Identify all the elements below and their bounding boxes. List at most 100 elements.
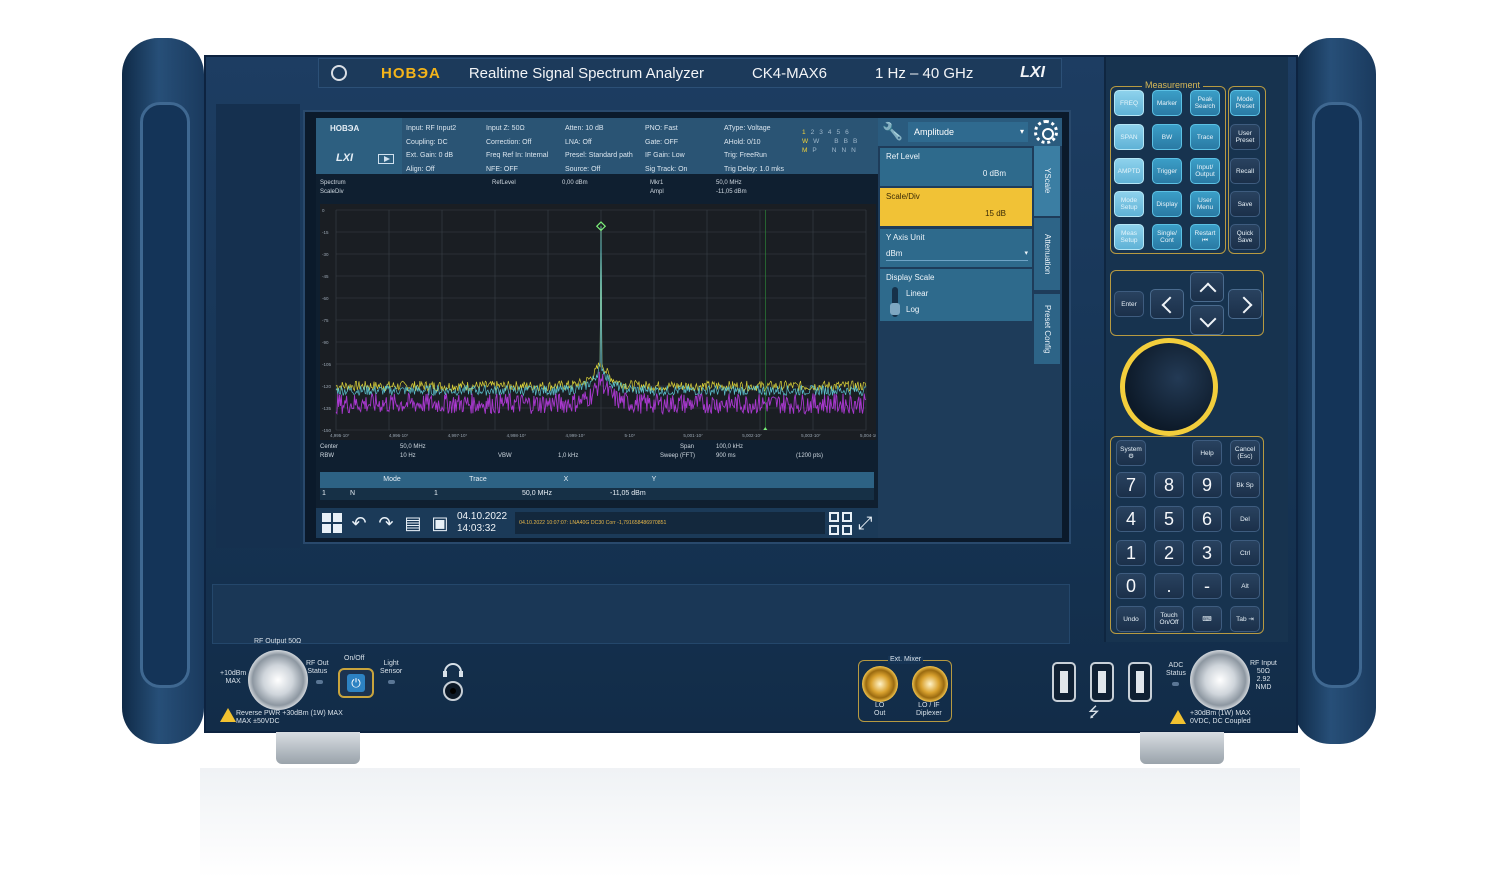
- key-input-output[interactable]: Input/ Output: [1190, 158, 1220, 184]
- multi-window-icon[interactable]: [829, 511, 853, 535]
- center-value: 50,0 MHz: [400, 444, 426, 450]
- key-peak-search[interactable]: Peak Search: [1190, 90, 1220, 116]
- menu-select-dropdown[interactable]: Amplitude: [908, 122, 1028, 142]
- key-freq[interactable]: FREQ: [1114, 90, 1144, 116]
- lo-if-diplexer-connector[interactable]: [912, 666, 948, 702]
- key-bw[interactable]: BW: [1152, 124, 1182, 150]
- key-user-preset[interactable]: User Preset: [1230, 124, 1260, 150]
- trace-2-type: W: [813, 138, 820, 145]
- mt-cell-trace: 1: [434, 490, 438, 497]
- key-alt[interactable]: Alt: [1230, 573, 1260, 599]
- key-amptd[interactable]: AMPTD: [1114, 158, 1144, 184]
- key-6[interactable]: 6: [1192, 506, 1222, 532]
- arrow-up-button[interactable]: [1190, 272, 1224, 302]
- key-7[interactable]: 7: [1116, 472, 1146, 498]
- key-restart[interactable]: Restart ⏮: [1190, 224, 1220, 250]
- wrench-icon[interactable]: 🔧: [882, 122, 903, 142]
- table-row[interactable]: 1 N 1 50,0 MHz -11,05 dBm: [320, 488, 874, 500]
- arrow-right-button[interactable]: [1228, 289, 1262, 319]
- key-recall[interactable]: Recall: [1230, 158, 1260, 184]
- key-2[interactable]: 2: [1154, 540, 1184, 566]
- key-4[interactable]: 4: [1116, 506, 1146, 532]
- trace-5-number: 5: [836, 129, 841, 136]
- ref-level-softkey[interactable]: Ref Level 0 dBm: [880, 148, 1032, 186]
- key-trace[interactable]: Trace: [1190, 124, 1220, 150]
- key-9[interactable]: 9: [1192, 472, 1222, 498]
- play-icon[interactable]: [378, 154, 394, 164]
- print-icon[interactable]: ▤: [402, 512, 424, 534]
- key-save[interactable]: Save: [1230, 191, 1260, 217]
- arrow-left-button[interactable]: [1150, 289, 1184, 319]
- usb-port-3[interactable]: [1128, 662, 1152, 702]
- arrow-down-button[interactable]: [1190, 305, 1224, 335]
- rf-input-connector[interactable]: [1190, 650, 1250, 710]
- display-scale-log[interactable]: Log: [906, 305, 919, 314]
- tab-preset-config[interactable]: Preset Config: [1034, 294, 1060, 364]
- trace-1-detector: M: [802, 147, 808, 154]
- usb-icon: ⭍: [1088, 704, 1100, 720]
- windows-start-icon[interactable]: [321, 512, 343, 534]
- light-sensor-label: Light Sensor: [380, 660, 403, 675]
- display-scale-softkey[interactable]: Display Scale Linear Log: [880, 269, 1032, 321]
- info-trig-delay: Trig Delay: 1.0 mks: [724, 165, 785, 173]
- settings-info-bar[interactable]: НОВЭА LXI Input: RF Input2 Coupling: DC …: [316, 118, 878, 174]
- enter-button[interactable]: Enter: [1114, 291, 1144, 317]
- trace-6-detector: N: [851, 147, 856, 154]
- scale-div-softkey[interactable]: Scale/Div 15 dB: [880, 188, 1032, 226]
- usb-port-1[interactable]: [1052, 662, 1076, 702]
- y-axis-unit-dropdown[interactable]: dBm: [886, 247, 1028, 261]
- ext-mixer-label: Ext. Mixer: [888, 656, 924, 664]
- key-meas-setup[interactable]: Meas Setup: [1114, 224, 1144, 250]
- key-decimal-point[interactable]: .: [1154, 573, 1184, 599]
- display-scale-switch-knob[interactable]: [890, 303, 900, 315]
- marker-table-header: Mode Trace X Y: [320, 472, 874, 488]
- key-single-cont[interactable]: Single/ Cont: [1152, 224, 1182, 250]
- key-system[interactable]: System ⚙: [1116, 440, 1146, 466]
- key-help[interactable]: Help: [1192, 440, 1222, 466]
- rf-output-connector[interactable]: [248, 650, 308, 710]
- key-span[interactable]: SPAN: [1114, 124, 1144, 150]
- power-button[interactable]: [338, 668, 374, 698]
- key-tab[interactable]: Tab ⇥: [1230, 606, 1260, 632]
- y-axis-unit-softkey[interactable]: Y Axis Unit dBm: [880, 229, 1032, 267]
- trace-status-grid[interactable]: 1 2 3 4 5 6 W W B B B M P N N N: [802, 128, 857, 155]
- key-touch-on-off[interactable]: Touch On/Off: [1154, 606, 1184, 632]
- key-keyboard[interactable]: ⌨: [1192, 606, 1222, 632]
- key-8[interactable]: 8: [1154, 472, 1184, 498]
- spectrum-plot[interactable]: 0-15-30-45-60-75-90-105-120-135-1504,995…: [320, 204, 876, 440]
- usb-port-2[interactable]: [1090, 662, 1114, 702]
- key-undo[interactable]: Undo: [1116, 606, 1146, 632]
- redo-icon[interactable]: ↷: [375, 512, 397, 534]
- key-mode-setup[interactable]: Mode Setup: [1114, 191, 1144, 217]
- touch-screen[interactable]: НОВЭА LXI Input: RF Input2 Coupling: DC …: [316, 118, 1062, 538]
- key-display[interactable]: Display: [1152, 191, 1182, 217]
- key-user-menu[interactable]: User Menu: [1190, 191, 1220, 217]
- rbw-label: RBW: [320, 453, 334, 459]
- trace-2-number: 2: [810, 129, 815, 136]
- lo-out-connector[interactable]: [862, 666, 898, 702]
- status-message[interactable]: 04.10.2022 10:07:07: LNA40G DC30 Corr -1…: [515, 512, 826, 534]
- key-quick-save[interactable]: Quick Save: [1230, 224, 1260, 250]
- tab-yscale[interactable]: YScale: [1034, 146, 1060, 216]
- undo-icon[interactable]: ↶: [348, 512, 370, 534]
- key-ctrl[interactable]: Ctrl: [1230, 540, 1260, 566]
- display-scale-linear[interactable]: Linear: [906, 289, 928, 298]
- key-marker[interactable]: Marker: [1152, 90, 1182, 116]
- rotary-knob[interactable]: [1120, 338, 1218, 436]
- marker-table[interactable]: Mode Trace X Y 1 N 1 50,0 MHz -11,05 dBm: [320, 472, 874, 502]
- key-mode-preset[interactable]: Mode Preset: [1230, 90, 1260, 116]
- key-minus[interactable]: -: [1192, 573, 1222, 599]
- key-0[interactable]: 0: [1116, 573, 1146, 599]
- key-del[interactable]: Del: [1230, 506, 1260, 532]
- fullscreen-icon[interactable]: ⤢: [858, 513, 872, 534]
- key-1[interactable]: 1: [1116, 540, 1146, 566]
- tab-attenuation[interactable]: Attenuation: [1034, 218, 1060, 290]
- key-cancel-esc[interactable]: Cancel (Esc): [1230, 440, 1260, 466]
- info-column-input: Input: RF Input2 Coupling: DC Ext. Gain:…: [406, 122, 456, 176]
- key-3[interactable]: 3: [1192, 540, 1222, 566]
- key-5[interactable]: 5: [1154, 506, 1184, 532]
- key-bk-sp[interactable]: Bk Sp: [1230, 472, 1260, 498]
- gear-icon[interactable]: [1034, 120, 1058, 144]
- key-trigger[interactable]: Trigger: [1152, 158, 1182, 184]
- screenshot-icon[interactable]: ▣: [429, 512, 451, 534]
